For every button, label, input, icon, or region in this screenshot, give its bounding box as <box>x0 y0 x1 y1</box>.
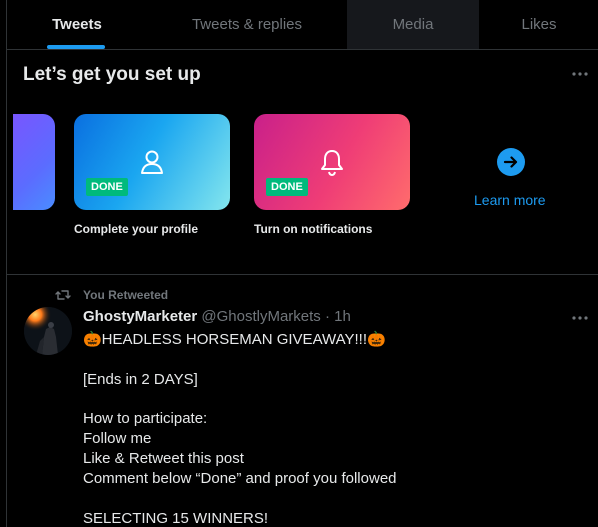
done-badge: DONE <box>86 178 128 196</box>
tweet-text-line: Like & Retweet this post <box>83 450 244 467</box>
tab-media[interactable]: Media <box>347 0 479 49</box>
active-tab-indicator <box>47 45 105 49</box>
retweet-icon <box>55 290 71 300</box>
more-horizontal-icon[interactable] <box>570 308 590 328</box>
author-handle[interactable]: @GhostlyMarkets <box>201 308 320 325</box>
tweet-timestamp[interactable]: 1h <box>334 308 351 325</box>
tab-tweets-replies-label: Tweets & replies <box>191 16 303 33</box>
setup-card-partial[interactable] <box>13 114 55 210</box>
more-horizontal-icon[interactable] <box>570 64 590 84</box>
separator: · <box>324 308 330 325</box>
tweet-author-row: GhostyMarketer @GhostlyMarkets · 1h <box>83 308 351 325</box>
person-icon <box>141 150 163 174</box>
tab-likes[interactable]: Likes <box>479 0 598 49</box>
setup-card-notifications-label: Turn on notifications <box>254 222 373 236</box>
profile-tabs: Tweets Tweets & replies Media Likes <box>7 0 598 50</box>
tweet-text-line: SELECTING 15 WINNERS! <box>83 510 269 527</box>
tweet-text-line: [Ends in 2 DAYS] <box>83 371 198 388</box>
divider <box>7 274 598 275</box>
tab-tweets-label: Tweets <box>52 16 102 33</box>
learn-more-link[interactable]: Learn more <box>474 192 546 208</box>
setup-card-profile-label: Complete your profile <box>74 222 199 236</box>
done-badge: DONE <box>266 178 308 196</box>
tweet-text-line: Comment below “Done” and proof you follo… <box>83 470 397 487</box>
tweet-text-line: Follow me <box>83 430 152 447</box>
bell-icon <box>321 150 343 177</box>
retweet-context-label: You Retweeted <box>83 288 169 302</box>
tweet-text-line: 🎃HEADLESS HORSEMAN GIVEAWAY!!!🎃 <box>83 331 386 348</box>
tab-tweets-replies[interactable]: Tweets & replies <box>147 0 347 49</box>
setup-card-profile[interactable]: DONE <box>74 114 230 210</box>
author-name[interactable]: GhostyMarketer <box>83 308 197 325</box>
tab-tweets[interactable]: Tweets <box>7 0 147 49</box>
profile-timeline: Tweets Tweets & replies Media Likes Let’… <box>6 0 598 527</box>
tab-likes-label: Likes <box>521 16 557 33</box>
arrow-right-circle-icon[interactable] <box>497 148 525 176</box>
setup-title: Let’s get you set up <box>23 64 201 85</box>
setup-card-notifications[interactable]: DONE <box>254 114 410 210</box>
tab-media-label: Media <box>392 16 434 33</box>
tweet-text-line: How to participate: <box>83 410 208 427</box>
avatar[interactable] <box>24 307 72 355</box>
